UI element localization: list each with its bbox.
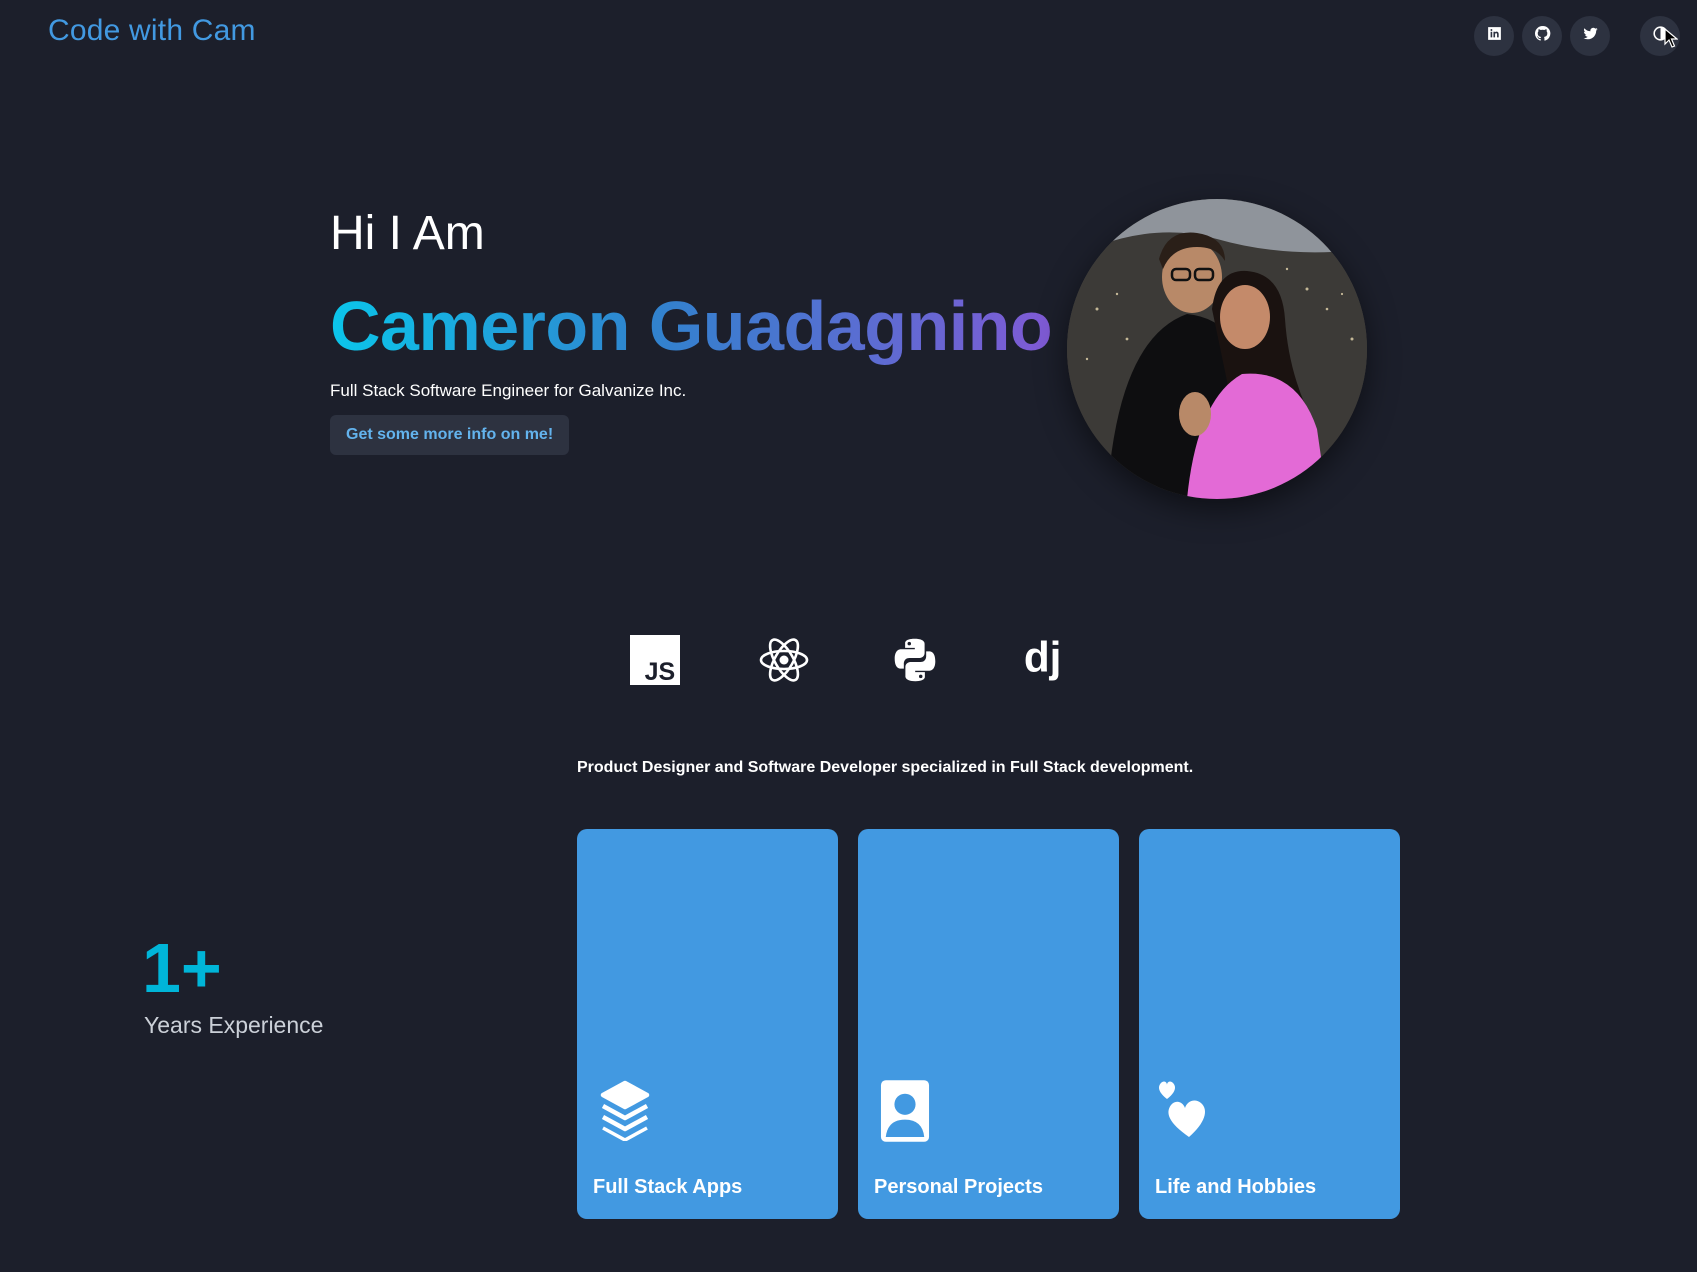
mouse-cursor-icon <box>1664 28 1678 48</box>
experience-number: 1+ <box>142 929 222 1007</box>
card-title: Personal Projects <box>874 1176 1043 1198</box>
tagline-text: Product Designer and Software Developer … <box>577 759 1194 776</box>
svg-text:JS: JS <box>645 658 676 685</box>
react-icon <box>758 634 810 686</box>
javascript-icon: JS <box>629 634 681 686</box>
stack-icon <box>599 1079 651 1142</box>
experience-label: Years Experience <box>144 1012 324 1038</box>
github-icon <box>1534 25 1551 47</box>
brand-logo-link[interactable]: Code with Cam <box>48 14 256 48</box>
card-title: Life and Hobbies <box>1155 1176 1317 1198</box>
card-title: Full Stack Apps <box>593 1176 743 1198</box>
card-full-stack-apps[interactable]: Full Stack Apps <box>577 829 838 1219</box>
linkedin-icon <box>1486 25 1503 47</box>
greeting-heading: Hi I Am <box>330 207 485 260</box>
linkedin-button[interactable] <box>1474 16 1514 56</box>
twitter-icon <box>1582 25 1599 47</box>
page: Code with Cam Hi I Am Cameron Guadagnino… <box>0 0 1697 1272</box>
more-info-button[interactable]: Get some more info on me! <box>330 415 570 455</box>
card-personal-projects[interactable]: Personal Projects <box>858 829 1119 1219</box>
profile-photo <box>1067 199 1367 499</box>
github-button[interactable] <box>1522 16 1562 56</box>
card-life-and-hobbies[interactable]: Life and Hobbies <box>1139 829 1400 1219</box>
svg-text:dj: dj <box>1024 634 1062 681</box>
name-heading: Cameron Guadagnino <box>330 287 1053 365</box>
profile-icon <box>880 1079 932 1142</box>
twitter-button[interactable] <box>1570 16 1610 56</box>
python-icon <box>889 634 941 686</box>
django-icon: dj <box>1019 634 1071 686</box>
hearts-icon <box>1155 1077 1207 1139</box>
job-subtitle: Full Stack Software Engineer for Galvani… <box>330 381 687 400</box>
